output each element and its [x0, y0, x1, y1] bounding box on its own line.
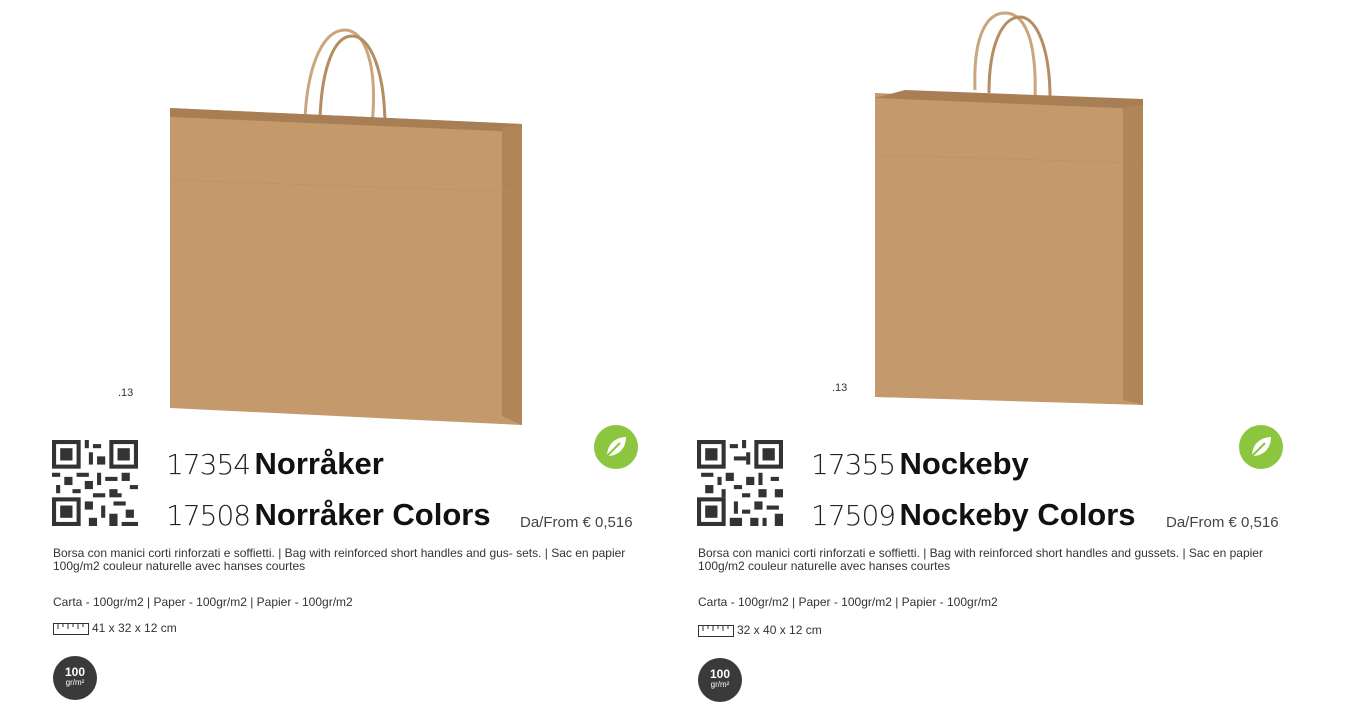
product-title-line-1: 17354 Norråker — [166, 448, 384, 479]
product-code: 17354 — [166, 448, 251, 481]
grammage-value: 100 — [64, 665, 86, 679]
product-material: Carta - 100gr/m2 | Paper - 100gr/m2 | Pa… — [698, 595, 998, 609]
ruler-icon — [698, 624, 734, 637]
product-description: Borsa con manici corti rinforzati e soff… — [698, 546, 1263, 573]
grammage-badge: 100 gr/m² — [698, 658, 742, 702]
grammage-value: 100 — [709, 667, 731, 681]
product-name: Nockeby — [899, 446, 1029, 481]
product-name: Norråker — [254, 446, 384, 481]
product-dimensions: 41 x 32 x 12 cm — [53, 621, 177, 635]
eco-leaf-icon — [594, 425, 638, 469]
dimensions-value: 32 x 40 x 12 cm — [737, 623, 822, 637]
grammage-badge: 100 gr/m² — [53, 656, 97, 700]
product-material: Carta - 100gr/m2 | Paper - 100gr/m2 | Pa… — [53, 595, 353, 609]
product-image-tall-bag — [874, 11, 1144, 405]
product-name: Nockeby Colors — [899, 497, 1136, 532]
product-card-nockeby: .13 17355 Nockeby 17509 Nockeby Colors D… — [645, 0, 1305, 707]
product-code: 17508 — [166, 499, 251, 532]
product-description: Borsa con manici corti rinforzati e soff… — [53, 546, 626, 573]
product-image-wide-bag — [169, 28, 523, 425]
qr-code-icon[interactable] — [697, 440, 783, 526]
price: Da/From € 0,516 — [1166, 514, 1279, 531]
qr-code-icon[interactable] — [52, 440, 138, 526]
product-title-line-1: 17355 Nockeby — [811, 448, 1029, 479]
product-card-norraker: .13 17354 Norråker 17508 Norråker Colors… — [0, 0, 660, 707]
product-title-line-2: 17508 Norråker Colors — [166, 499, 491, 530]
product-dimensions: 32 x 40 x 12 cm — [698, 623, 822, 637]
product-name: Norråker Colors — [254, 497, 491, 532]
grammage-unit: gr/m² — [710, 680, 730, 689]
variant-code: .13 — [118, 387, 134, 399]
product-code: 17355 — [811, 448, 896, 481]
product-title-line-2: 17509 Nockeby Colors — [811, 499, 1136, 530]
ruler-icon — [53, 622, 89, 635]
grammage-unit: gr/m² — [65, 678, 85, 687]
eco-leaf-icon — [1239, 425, 1283, 469]
price: Da/From € 0,516 — [520, 514, 633, 531]
product-code: 17509 — [811, 499, 896, 532]
variant-code: .13 — [832, 382, 848, 394]
dimensions-value: 41 x 32 x 12 cm — [92, 621, 177, 635]
